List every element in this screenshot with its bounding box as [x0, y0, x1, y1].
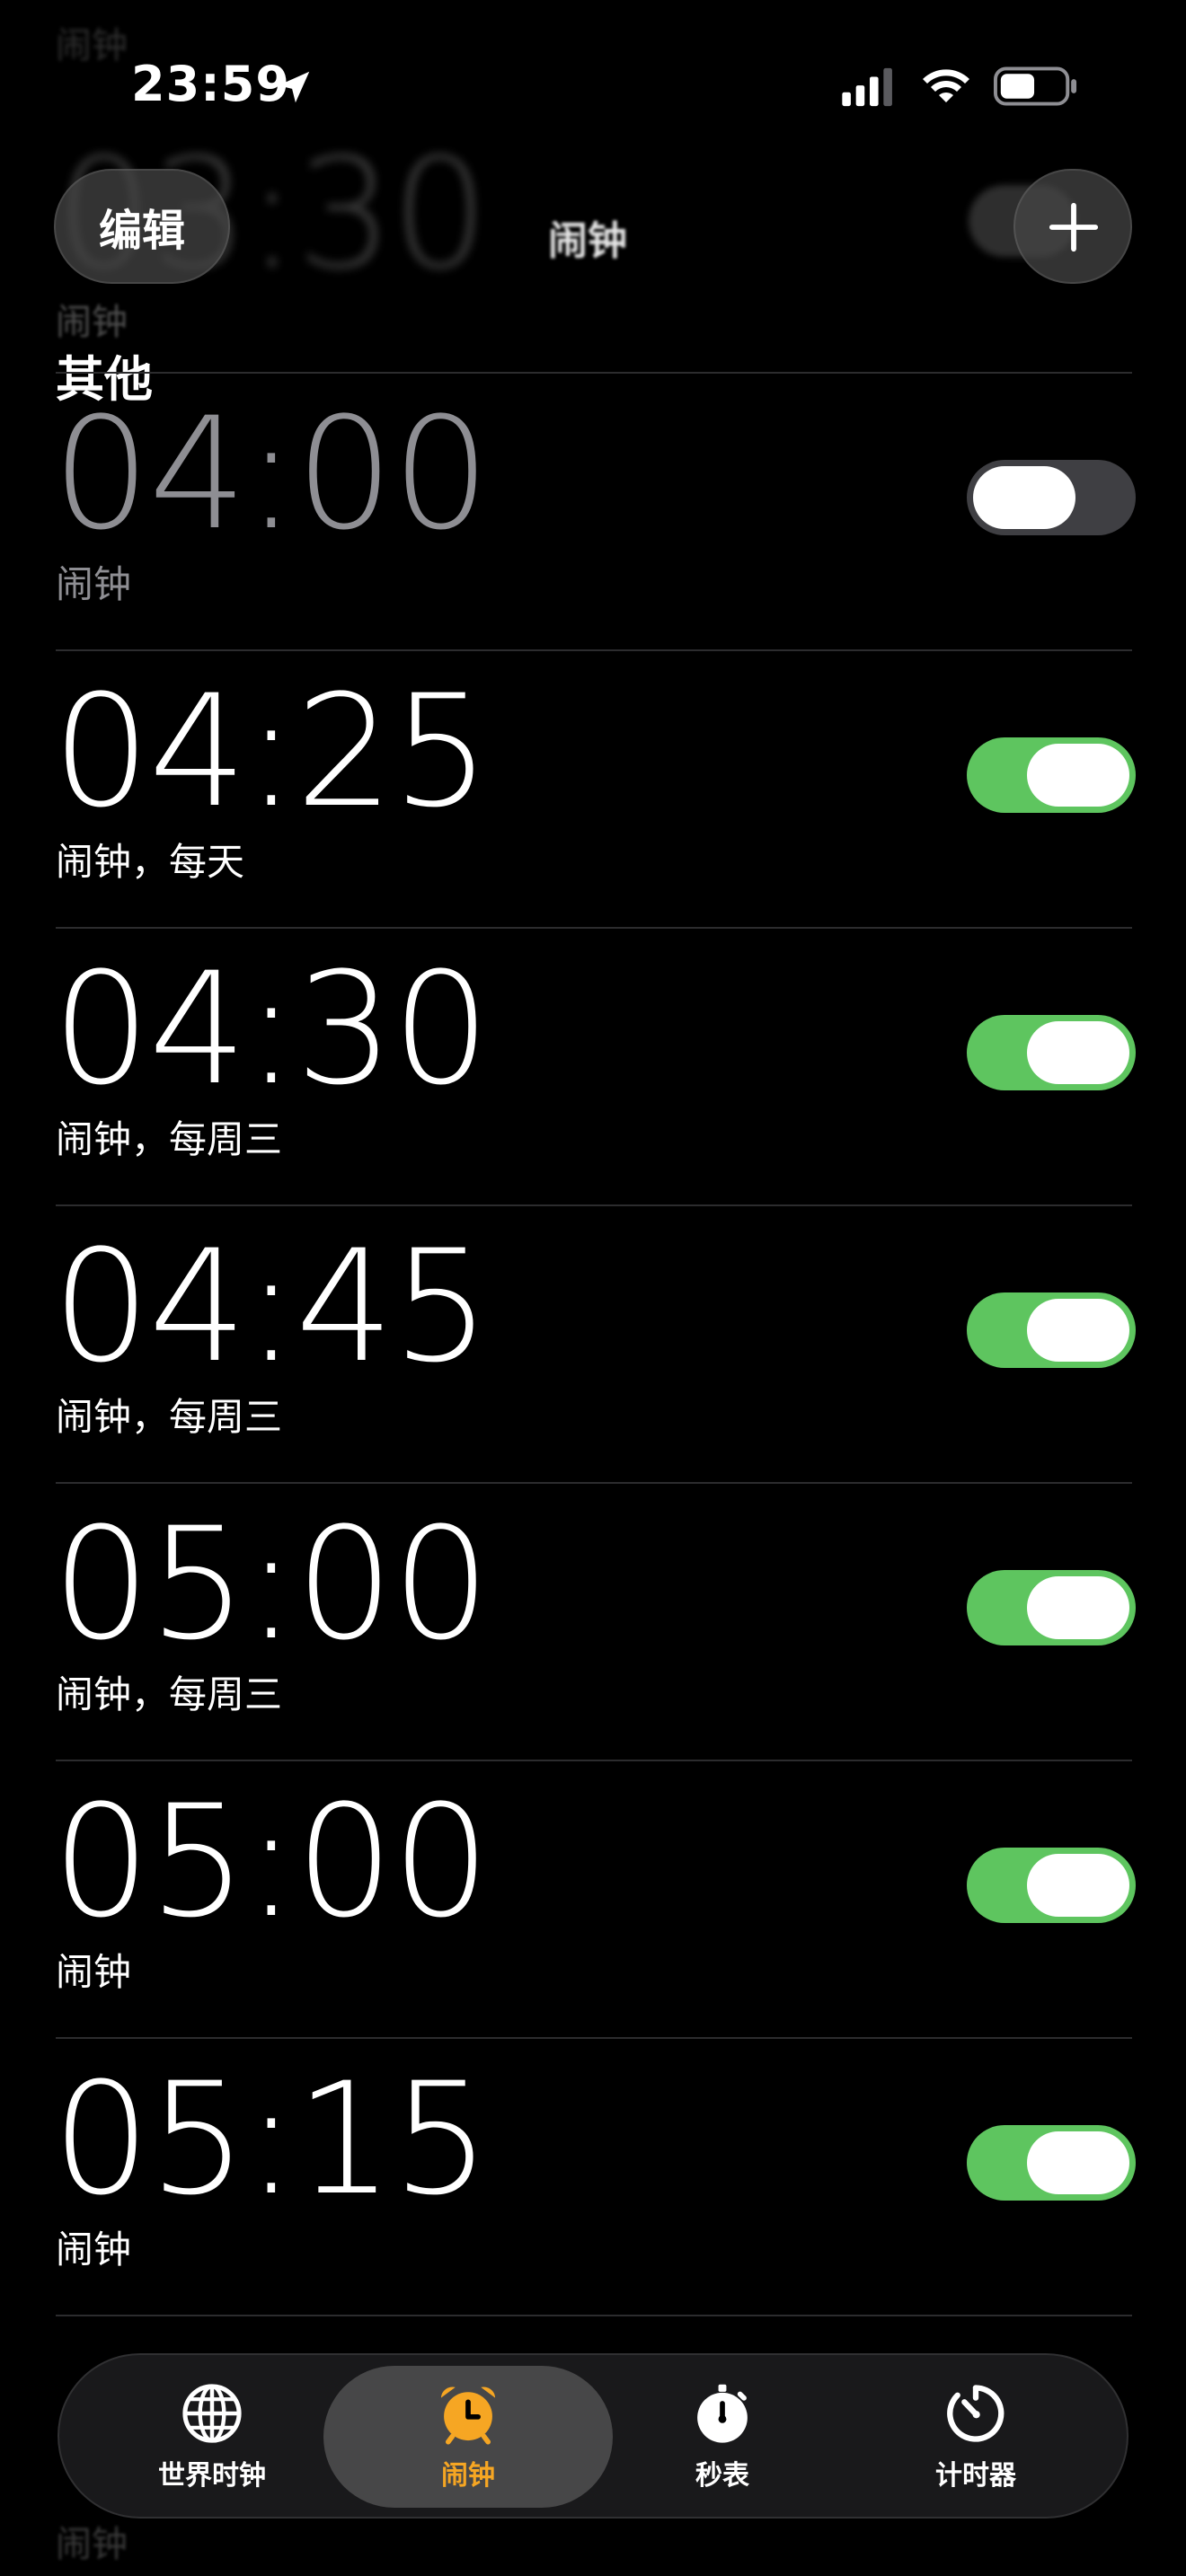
tab-timer[interactable]: 计时器	[850, 2355, 1102, 2517]
toggle-knob	[1027, 1021, 1129, 1084]
cellular-signal-icon	[842, 67, 892, 107]
ghost-bottom-label: 闹钟	[56, 2524, 128, 2565]
stopwatch-icon	[697, 2384, 748, 2443]
alarm-label: 闹钟，每天	[56, 840, 245, 884]
plus-icon	[1049, 202, 1099, 252]
location-arrow-icon	[278, 71, 310, 103]
alarm-clock-icon	[440, 2386, 496, 2445]
tab-world-clock[interactable]: 世界时钟	[86, 2355, 338, 2517]
alarm-label: 闹钟	[56, 1950, 132, 1994]
alarm-row[interactable]: 04:45 闹钟，每周三	[0, 1206, 1186, 1483]
alarm-time: 04:30	[52, 939, 491, 1119]
toggle-knob	[1027, 1854, 1129, 1917]
alarm-time: 05:00	[52, 1494, 491, 1674]
alarm-toggle[interactable]	[967, 460, 1136, 535]
tab-bar: 世界时钟 闹钟 秒表 计时器	[58, 2353, 1128, 2519]
ghost-alarm-label: 闹钟	[56, 302, 128, 343]
timer-icon	[947, 2385, 1005, 2442]
tab-alarm[interactable]: 闹钟	[342, 2355, 594, 2517]
alarm-toggle[interactable]	[967, 2125, 1136, 2201]
alarm-toggle[interactable]	[967, 1292, 1136, 1368]
toggle-knob	[973, 466, 1075, 529]
alarm-row[interactable]: 05:00 闹钟	[0, 1761, 1186, 2038]
alarm-time: 05:00	[52, 1771, 491, 1952]
tab-label: 世界时钟	[158, 2460, 266, 2492]
tab-label: 秒表	[695, 2460, 749, 2492]
alarm-label: 闹钟，每周三	[56, 1395, 283, 1439]
toggle-knob	[1027, 2131, 1129, 2194]
battery-icon	[994, 66, 1077, 106]
alarm-toggle[interactable]	[967, 1848, 1136, 1923]
alarm-row[interactable]: 05:00 闹钟，每周三	[0, 1484, 1186, 1760]
alarm-row[interactable]: 04:30 闹钟，每周三	[0, 929, 1186, 1205]
alarm-toggle[interactable]	[967, 737, 1136, 813]
alarm-row[interactable]: 04:25 闹钟，每天	[0, 651, 1186, 928]
alarm-toggle[interactable]	[967, 1570, 1136, 1645]
wifi-icon	[923, 69, 969, 102]
globe-icon	[182, 2384, 242, 2443]
alarm-row[interactable]: 05:15 闹钟	[0, 2039, 1186, 2316]
status-bar: 23:59	[0, 0, 1186, 171]
alarm-time: 04:45	[52, 1216, 491, 1397]
tab-label: 闹钟	[441, 2460, 495, 2492]
nav-title: 闹钟	[548, 218, 627, 264]
alarm-label: 闹钟，每周三	[56, 1672, 283, 1716]
alarm-toggle[interactable]	[967, 1015, 1136, 1090]
status-time: 23:59	[131, 56, 290, 112]
alarm-screen: 闹钟 03:30 闹钟 23:59 闹钟 编辑 其他 04:00 闹钟 04:2…	[0, 0, 1186, 2576]
toggle-knob	[1027, 744, 1129, 807]
alarm-label: 闹钟	[56, 562, 132, 606]
alarm-row[interactable]: 04:00 闹钟	[0, 374, 1186, 650]
alarm-label: 闹钟	[56, 2228, 132, 2272]
tab-label: 计时器	[935, 2460, 1016, 2492]
tab-stopwatch[interactable]: 秒表	[597, 2355, 848, 2517]
alarm-time: 05:15	[52, 2049, 491, 2229]
separator	[56, 2315, 1132, 2316]
toggle-knob	[1027, 1576, 1129, 1639]
edit-button[interactable]: 编辑	[54, 169, 230, 284]
alarm-time: 04:00	[52, 384, 491, 564]
alarm-label: 闹钟，每周三	[56, 1117, 283, 1161]
add-alarm-button[interactable]	[1013, 169, 1132, 284]
toggle-knob	[1027, 1299, 1129, 1362]
alarm-time: 04:25	[52, 661, 491, 842]
